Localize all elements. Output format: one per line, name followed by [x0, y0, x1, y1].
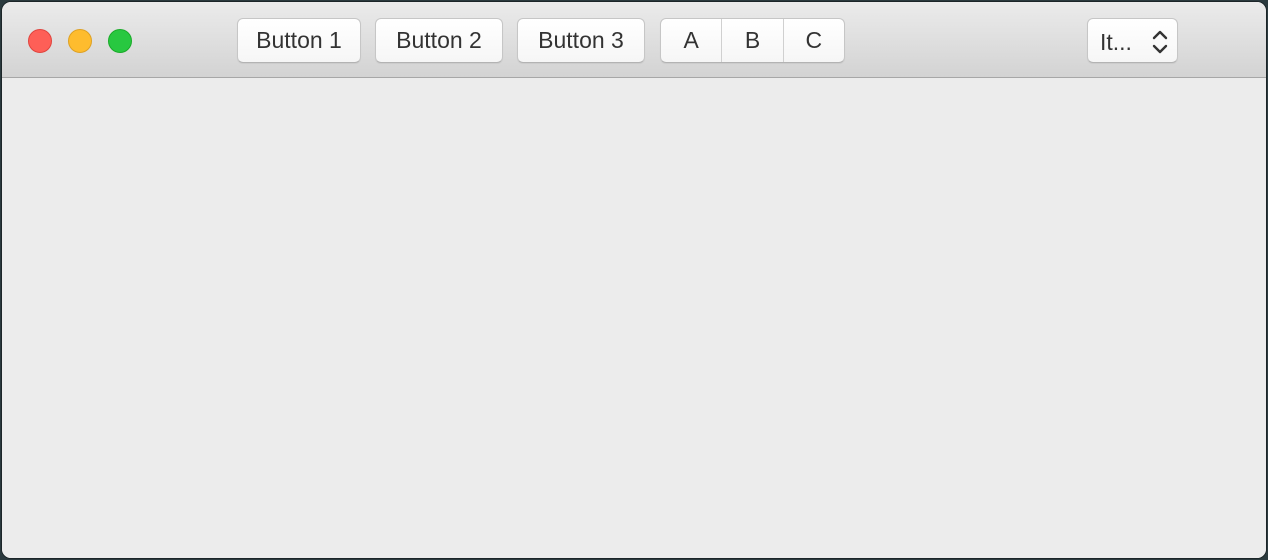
toolbar: Button 1 Button 2 Button 3 A B C It...: [2, 2, 1266, 78]
segment-b[interactable]: B: [721, 19, 782, 62]
button-2[interactable]: Button 2: [375, 18, 503, 63]
popup-button[interactable]: It...: [1087, 18, 1178, 63]
button-3[interactable]: Button 3: [517, 18, 645, 63]
chevron-up-down-icon: [1152, 30, 1168, 54]
segment-a[interactable]: A: [661, 19, 721, 62]
close-icon[interactable]: [28, 29, 52, 53]
popup-label: It...: [1100, 29, 1132, 55]
segment-c[interactable]: C: [782, 19, 844, 62]
minimize-icon[interactable]: [68, 29, 92, 53]
app-window: Button 1 Button 2 Button 3 A B C It...: [2, 2, 1266, 558]
segmented-control: A B C: [660, 18, 845, 63]
button-1[interactable]: Button 1: [237, 18, 361, 63]
zoom-icon[interactable]: [108, 29, 132, 53]
content-area: [2, 79, 1266, 558]
